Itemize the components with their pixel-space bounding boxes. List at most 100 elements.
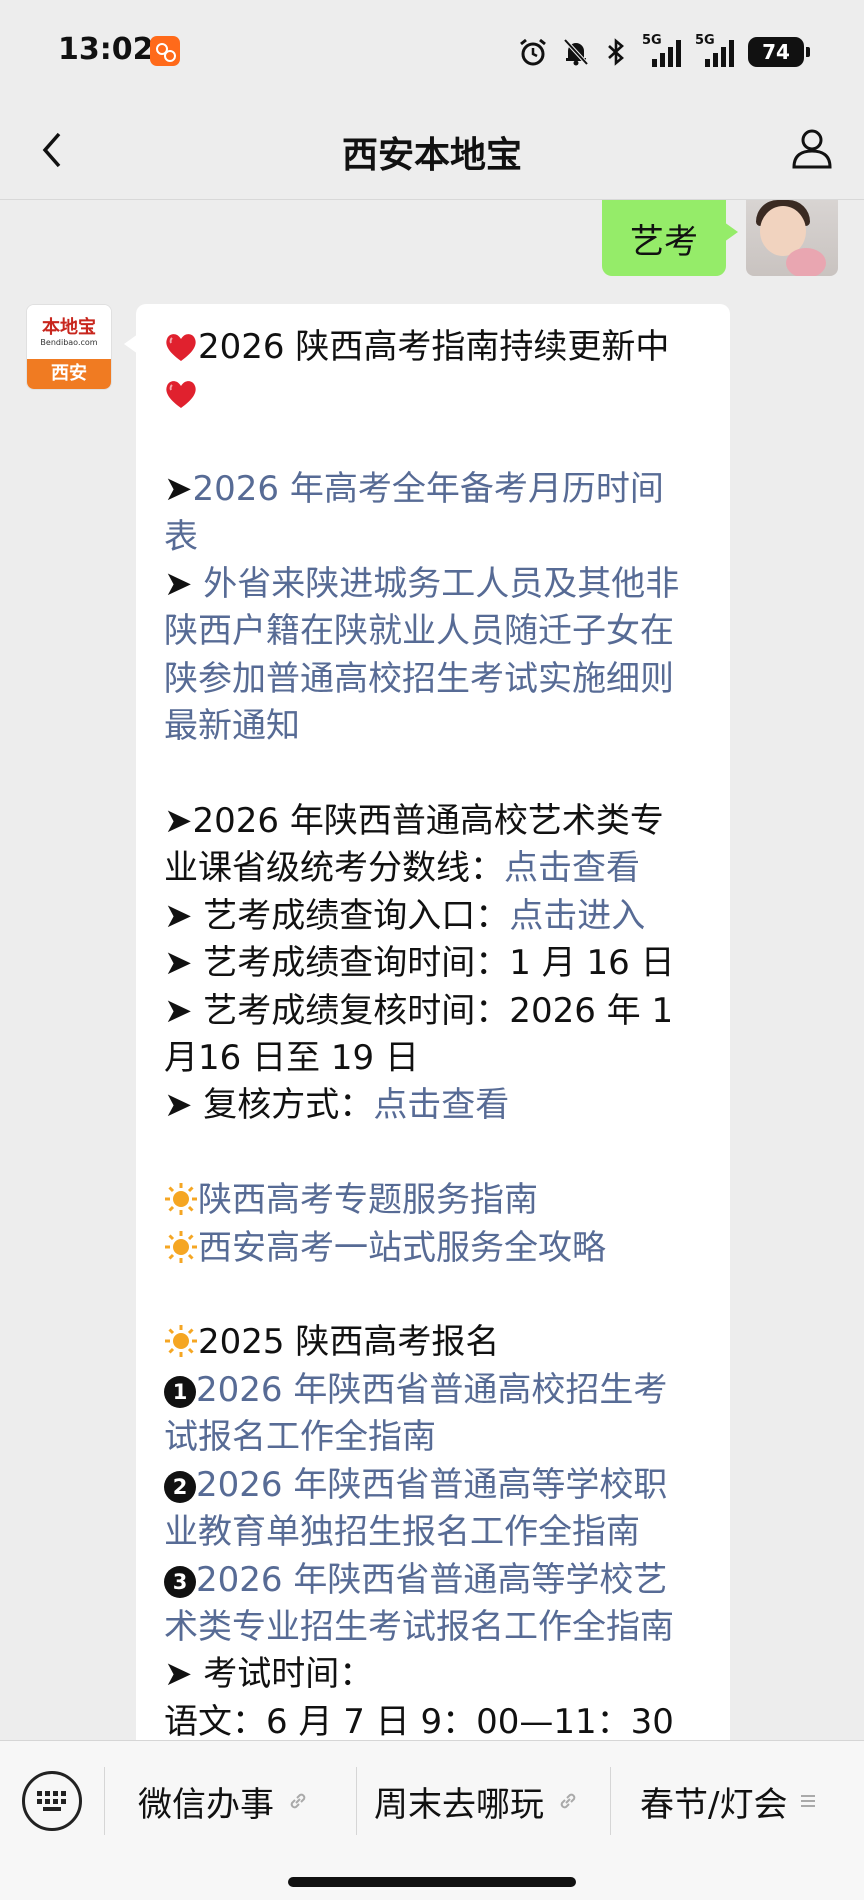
xian-guide-link[interactable]: 西安高考一站式服务全攻略 — [164, 1225, 702, 1272]
art-score-link[interactable]: 点击查看 — [504, 848, 640, 888]
arrow-icon: ➤ — [164, 564, 193, 605]
link-text[interactable]: 表 — [164, 517, 198, 557]
registration-link-2-cont[interactable]: 业教育单独招生报名工作全指南 — [164, 1509, 702, 1556]
avatar-url-text: Bendibao.com — [40, 338, 98, 347]
link-text[interactable]: 西安高考一站式服务全攻略 — [198, 1228, 606, 1268]
signal-icon: 5G — [642, 33, 681, 67]
link-icon — [560, 1793, 576, 1809]
calendar-link[interactable]: ➤2026 年高考全年备考月历时间 — [164, 466, 702, 513]
registration-link-3-cont[interactable]: 术类专业招生考试报名工作全指南 — [164, 1604, 702, 1651]
number-two-icon: 2 — [164, 1470, 196, 1503]
avatar-city-text: 西安 — [27, 359, 111, 389]
arrow-icon: ➤ — [164, 895, 193, 936]
status-icons: 5G 5G 74 — [518, 33, 810, 70]
link-text[interactable]: 陕西户籍在陕就业人员随迁子女在 — [164, 611, 674, 651]
calendar-link-cont[interactable]: 表 — [164, 514, 702, 561]
query-time-line: ➤ 艺考成绩查询时间：1 月 16 日 — [164, 940, 702, 987]
exam-time-line: ➤ 考试时间： — [164, 1651, 702, 1698]
migrant-notice-link-cont[interactable]: 最新通知 — [164, 703, 702, 750]
menu-item-label: 春节/灯会 — [640, 1784, 788, 1825]
menu-item-label: 周末去哪玩 — [374, 1784, 544, 1825]
number-one-icon: 1 — [164, 1375, 196, 1408]
review-time-text: 月16 日至 19 日 — [164, 1038, 419, 1079]
received-message-bubble[interactable]: 2026 陕西高考指南持续更新中 ➤2026 年高考全年备考月历时间 表 ➤ 外… — [124, 304, 730, 1740]
exam-time-label: 考试时间： — [192, 1654, 374, 1695]
art-score-text: 业课省级统考分数线： — [164, 848, 504, 889]
migrant-notice-link-cont[interactable]: 陕参加普通高校招生考试实施细则 — [164, 656, 702, 703]
registration-title: 2025 陕西高考报名 — [164, 1319, 702, 1366]
signal-icon: 5G — [695, 33, 734, 67]
chinese-exam-time: 语文：6 月 7 日 9：00—11：30 — [164, 1699, 702, 1740]
message-title-cont — [164, 371, 702, 418]
chinese-exam-time-text: 语文：6 月 7 日 9：00—11：30 — [164, 1701, 674, 1740]
art-score-line: ➤2026 年陕西普通高校艺术类专 — [164, 798, 702, 845]
status-bar: 13:02 5G 5G 74 — [0, 0, 864, 100]
score-query-line: ➤ 艺考成绩查询入口：点击进入 — [164, 893, 702, 940]
registration-link-3[interactable]: 3 2026 年陕西省普通高等学校艺 — [164, 1557, 702, 1604]
alarm-icon — [520, 38, 546, 66]
link-text[interactable]: 2026 年高考全年备考月历时间 — [193, 469, 664, 509]
registration-link-1[interactable]: 1 2026 年陕西省普通高校招生考 — [164, 1367, 702, 1414]
menu-item-weekend[interactable]: 周末去哪玩 — [374, 1771, 580, 1831]
arrow-icon: ➤ — [164, 469, 193, 510]
menu-item-label: 微信办事 — [138, 1784, 274, 1825]
link-text[interactable]: 外省来陕进城务工人员及其他非 — [193, 564, 679, 604]
avatar-brand-text: 本地宝 — [42, 317, 96, 338]
message-title: 2026 陕西高考指南持续更新中 — [164, 324, 702, 371]
home-indicator[interactable] — [288, 1877, 576, 1887]
status-time: 13:02 — [58, 32, 154, 67]
registration-title-text: 2025 陕西高考报名 — [198, 1322, 500, 1363]
arrow-icon: ➤ — [164, 801, 193, 842]
link-text[interactable]: 最新通知 — [164, 706, 300, 746]
menu-item-wechat-services[interactable]: 微信办事 — [138, 1771, 310, 1831]
review-method-label: 复核方式： — [192, 1085, 374, 1126]
nav-bar: 西安本地宝 — [0, 100, 864, 200]
review-time-line: ➤ 艺考成绩复核时间：2026 年 1 — [164, 988, 702, 1035]
registration-link-1-cont[interactable]: 试报名工作全指南 — [164, 1414, 702, 1461]
link-text[interactable]: 业教育单独招生报名工作全指南 — [164, 1512, 640, 1552]
title-text: 2026 陕西高考指南持续更新中 — [198, 327, 670, 367]
bluetooth-icon — [608, 38, 624, 66]
chat-area[interactable]: 艺考 本地宝 Bendibao.com 西安 2026 陕西高考指南持续更新中 … — [0, 200, 864, 1740]
avatar[interactable] — [746, 200, 838, 276]
score-query-label: 艺考成绩查询入口： — [192, 895, 510, 936]
number-three-icon: 3 — [164, 1565, 196, 1598]
migrant-notice-link[interactable]: ➤ 外省来陕进城务工人员及其他非 — [164, 561, 702, 608]
service-guide-link[interactable]: 陕西高考专题服务指南 — [164, 1177, 702, 1224]
sent-message-text: 艺考 — [630, 221, 698, 262]
menu-item-spring-festival[interactable]: 春节/灯会 — [640, 1771, 817, 1831]
app-badge-icon — [150, 36, 180, 66]
link-text[interactable]: 术类专业招生考试报名工作全指南 — [164, 1607, 674, 1647]
menu-lines-icon — [801, 1795, 816, 1807]
sun-icon — [165, 1183, 197, 1216]
link-text[interactable]: 2026 年陕西省普通高校招生考 — [196, 1370, 667, 1410]
menu-divider — [356, 1767, 357, 1835]
bot-avatar[interactable]: 本地宝 Bendibao.com 西安 — [26, 304, 112, 390]
arrow-icon: ➤ — [164, 943, 193, 984]
registration-link-2[interactable]: 2 2026 年陕西省普通高等学校职 — [164, 1462, 702, 1509]
sent-message-bubble[interactable]: 艺考 — [602, 200, 738, 276]
menu-divider — [104, 1767, 105, 1835]
sun-icon — [165, 1325, 197, 1358]
sun-icon — [165, 1230, 197, 1263]
network-type-label: 5G — [642, 33, 662, 48]
art-score-line-cont: 业课省级统考分数线：点击查看 — [164, 845, 702, 892]
art-score-text: 2026 年陕西普通高校艺术类专 — [192, 801, 664, 842]
link-text[interactable]: 2026 年陕西省普通高等学校艺 — [196, 1560, 667, 1600]
link-text[interactable]: 试报名工作全指南 — [164, 1417, 436, 1457]
page-title: 西安本地宝 — [341, 135, 522, 176]
migrant-notice-link-cont[interactable]: 陕西户籍在陕就业人员随迁子女在 — [164, 608, 702, 655]
heart-icon — [166, 381, 196, 409]
link-text[interactable]: 陕西高考专题服务指南 — [198, 1180, 538, 1220]
query-time-text: 艺考成绩查询时间：1 月 16 日 — [192, 943, 675, 984]
bottom-menu-bar: 微信办事 周末去哪玩 春节/灯会 — [0, 1740, 864, 1900]
link-text[interactable]: 2026 年陕西省普通高等学校职 — [196, 1465, 667, 1505]
heart-icon — [166, 334, 196, 361]
score-query-link[interactable]: 点击进入 — [509, 896, 645, 936]
review-method-link[interactable]: 点击查看 — [373, 1085, 509, 1125]
arrow-icon: ➤ — [164, 1085, 193, 1126]
keyboard-toggle-button[interactable] — [22, 1771, 82, 1831]
link-text[interactable]: 陕参加普通高校招生考试实施细则 — [164, 659, 674, 699]
review-method-line: ➤ 复核方式：点击查看 — [164, 1082, 702, 1129]
profile-button[interactable] — [784, 120, 840, 176]
